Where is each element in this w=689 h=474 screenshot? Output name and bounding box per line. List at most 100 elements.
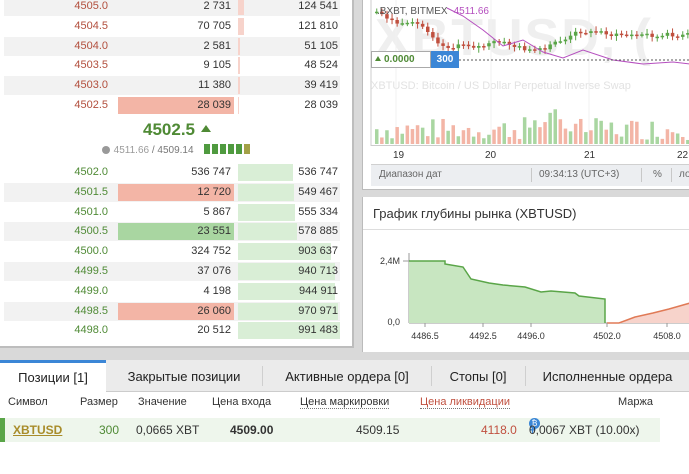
bid-size[interactable]: 20 512 <box>118 321 234 340</box>
log-scale-button[interactable]: лог <box>679 165 689 185</box>
bid-size[interactable]: 12 720 <box>118 183 234 202</box>
ask-size[interactable]: 2 581 <box>118 37 234 56</box>
volume-bar <box>681 136 685 144</box>
depth-chart[interactable]: 2,4M 0,0 4486.5 4492.5 4496.0 4502.0 4508.0 <box>363 231 689 352</box>
volume-bar <box>619 136 624 144</box>
bid-price[interactable]: 4501.0 <box>4 203 108 222</box>
tab-stops[interactable]: Стопы [0] <box>432 360 524 392</box>
volume-bar <box>456 136 461 144</box>
date-range-button[interactable]: Диапазон дат <box>379 165 442 185</box>
percent-scale-button[interactable]: % <box>653 165 662 185</box>
col-size[interactable]: Размер <box>80 396 118 408</box>
ask-size[interactable]: 70 705 <box>118 17 234 36</box>
volume-bar <box>431 119 435 144</box>
tab-active-orders[interactable]: Активные ордера [0] <box>264 360 430 392</box>
volume-bar <box>630 120 634 144</box>
bid-size[interactable]: 26 060 <box>118 302 234 321</box>
trade-quantity-badge[interactable]: 300 <box>431 51 459 68</box>
ask-size[interactable]: 28 039 <box>118 96 234 115</box>
bid-row[interactable]: 4499.5 37 076 940 713 <box>4 262 340 281</box>
price-chart-panel[interactable]: XBTUSD, ( XBTUSD: Bitcoin / US Dollar Pe… <box>362 0 689 190</box>
col-liquidation-price[interactable]: Цена ликвидации <box>420 396 510 409</box>
bid-size[interactable]: 536 747 <box>118 163 234 182</box>
ask-price[interactable]: 4503.5 <box>4 56 108 75</box>
candle-body <box>482 46 486 48</box>
bid-row[interactable]: 4502.0 536 747 536 747 <box>4 163 340 182</box>
bid-size[interactable]: 324 752 <box>118 242 234 261</box>
candle-body <box>492 41 496 44</box>
candle-body <box>670 32 675 37</box>
divider <box>531 168 532 182</box>
bid-price[interactable]: 4498.5 <box>4 302 108 321</box>
tab-positions[interactable]: Позиции [1] <box>0 360 106 392</box>
ask-price[interactable]: 4503.0 <box>4 76 108 95</box>
bid-size[interactable]: 37 076 <box>118 262 234 281</box>
ask-row[interactable]: 4505.0 2 731 124 541 <box>4 0 340 16</box>
ask-price[interactable]: 4504.5 <box>4 17 108 36</box>
col-margin[interactable]: Маржа <box>618 396 653 408</box>
candle-body <box>599 31 603 33</box>
bid-size[interactable]: 23 551 <box>118 222 234 241</box>
position-row[interactable]: XBTUSD 300 0,0665 XBT 4509.00 4509.15 41… <box>0 418 660 442</box>
bid-row[interactable]: 4500.0 324 752 903 637 <box>4 242 340 261</box>
ask-size[interactable]: 11 380 <box>118 76 234 95</box>
tab-filled-orders[interactable]: Исполненные ордера <box>526 360 689 392</box>
bid-price[interactable]: 4499.5 <box>4 262 108 281</box>
ask-size[interactable]: 9 105 <box>118 56 234 75</box>
candle-body <box>665 32 670 36</box>
bid-row[interactable]: 4498.0 20 512 991 483 <box>4 321 340 340</box>
ask-row[interactable]: 4503.5 9 105 48 524 <box>4 56 340 75</box>
volume-bar <box>528 127 532 144</box>
bid-price[interactable]: 4502.0 <box>4 163 108 182</box>
candle-body <box>568 35 573 40</box>
x-tick: 22 <box>677 150 689 161</box>
volume-bar <box>594 118 598 144</box>
bid-price[interactable]: 4498.0 <box>4 321 108 340</box>
volume-bar <box>670 132 675 144</box>
col-entry-price[interactable]: Цена входа <box>212 396 271 408</box>
mark-index-line: 4511.66 / 4509.14 <box>0 144 352 157</box>
candle-body <box>650 33 654 37</box>
chart-clock[interactable]: 09:34:13 (UTC+3) <box>539 165 619 185</box>
candle-body <box>431 32 435 38</box>
volume-bar <box>645 139 649 144</box>
bid-row[interactable]: 4498.5 26 060 970 971 <box>4 301 340 321</box>
last-price: 4502.5 <box>0 120 352 140</box>
bid-row[interactable]: 4500.5 23 551 578 885 <box>4 222 340 242</box>
candle-body <box>441 43 445 46</box>
tab-closed-positions[interactable]: Закрытые позиции <box>108 360 260 392</box>
price-chart[interactable] <box>363 0 689 146</box>
position-symbol[interactable]: XBTUSD <box>13 418 62 442</box>
ask-row[interactable]: 4504.5 70 705 121 810 <box>4 17 340 36</box>
col-symbol[interactable]: Символ <box>8 396 48 408</box>
ask-size[interactable]: 2 731 <box>118 0 234 16</box>
volume-bar <box>573 123 578 144</box>
bid-row[interactable]: 4499.0 4 198 944 911 <box>4 282 340 301</box>
bid-price[interactable]: 4500.5 <box>4 222 108 241</box>
ask-row[interactable]: 4504.0 2 581 51 105 <box>4 36 340 56</box>
candle-body <box>594 31 598 33</box>
trade-price-box[interactable]: 0.0000 <box>371 51 431 68</box>
candle-body <box>548 44 552 50</box>
ask-price[interactable]: 4502.5 <box>4 96 108 115</box>
bid-price[interactable]: 4500.0 <box>4 242 108 261</box>
bid-row[interactable]: 4501.5 12 720 549 467 <box>4 182 340 202</box>
ask-price[interactable]: 4505.0 <box>4 0 108 16</box>
bid-price[interactable]: 4499.0 <box>4 282 108 301</box>
ask-row[interactable]: 4503.0 11 380 39 419 <box>4 76 340 96</box>
bid-size[interactable]: 4 198 <box>118 282 234 301</box>
bid-size[interactable]: 5 867 <box>118 203 234 222</box>
bid-row[interactable]: 4501.0 5 867 555 334 <box>4 203 340 222</box>
mark-price[interactable]: 4511.66 <box>114 145 149 156</box>
volume-bar <box>655 136 659 144</box>
candle-body <box>451 48 455 50</box>
candle-body <box>604 31 608 35</box>
ask-price[interactable]: 4504.0 <box>4 37 108 56</box>
col-mark-price[interactable]: Цена маркировки <box>300 396 390 409</box>
ask-row[interactable]: 4502.5 28 039 28 039 <box>4 96 340 115</box>
col-value[interactable]: Значение <box>138 396 187 408</box>
index-price[interactable]: 4509.14 <box>157 145 193 156</box>
candle-body <box>635 34 639 37</box>
volume-bar <box>665 129 670 144</box>
bid-price[interactable]: 4501.5 <box>4 183 108 202</box>
